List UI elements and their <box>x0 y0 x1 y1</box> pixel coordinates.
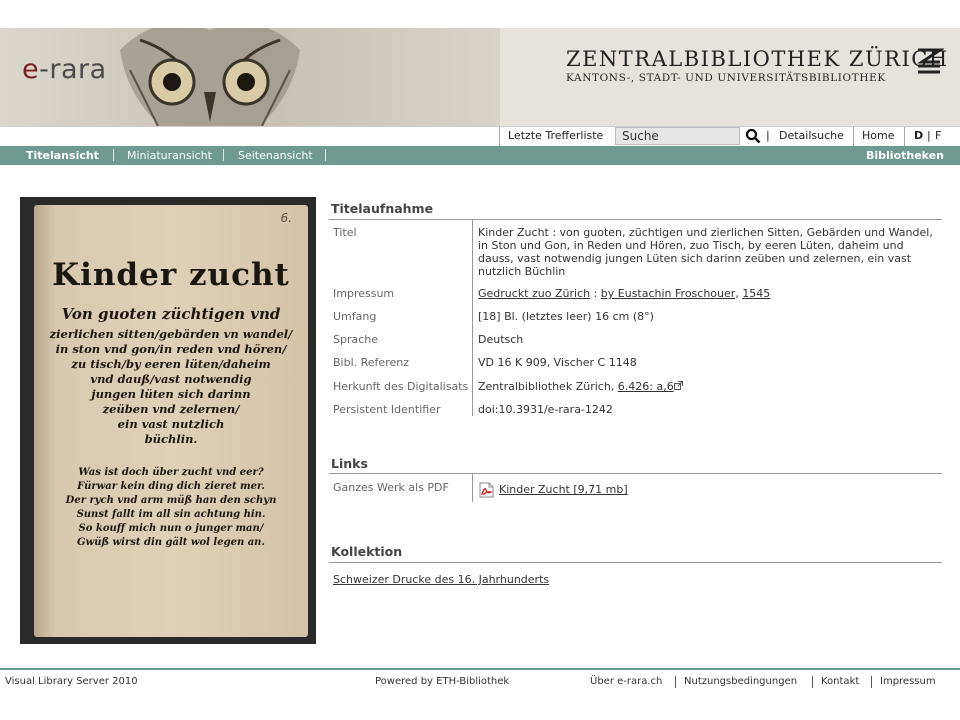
book-verse-line: So kouff mich nun o junger man/ <box>78 523 264 534</box>
tab-titelansicht[interactable]: Titelansicht <box>26 149 99 162</box>
separator <box>113 149 114 161</box>
pdf-download-link[interactable]: Kinder Zucht [9,71 mb] <box>499 483 628 496</box>
pdf-link-text[interactable]: Kinder Zucht [9,71 mb] <box>499 483 628 496</box>
separator <box>325 149 326 161</box>
footer-link-about[interactable]: Über e-rara.ch <box>590 676 662 687</box>
collection-link-text[interactable]: Schweizer Drucke des 16. Jahrhunderts <box>333 573 549 586</box>
footer-link-contact[interactable]: Kontakt <box>821 676 859 687</box>
field-label-umfang: Umfang <box>333 310 377 323</box>
field-label-titel: Titel <box>333 226 357 239</box>
title-line: nutzlich Büchlin <box>478 265 566 278</box>
field-value-persistent-identifier: doi:10.3931/e-rara-1242 <box>478 403 613 416</box>
advanced-search-link[interactable]: Detailsuche <box>779 129 844 142</box>
search-icon[interactable] <box>745 128 761 144</box>
field-value-bibl-referenz: VD 16 K 909, Vischer C 1148 <box>478 356 637 369</box>
section-rule <box>329 219 942 220</box>
footer-rule <box>0 668 960 670</box>
last-results-link[interactable]: Letzte Trefferliste <box>508 129 603 142</box>
external-link-icon[interactable] <box>673 381 683 390</box>
book-subtitle-line: ein vast nutzlich <box>117 417 225 431</box>
separator <box>675 676 676 688</box>
libraries-link[interactable]: Bibliotheken <box>866 149 944 162</box>
separator <box>904 127 905 147</box>
collection-link[interactable]: Schweizer Drucke des 16. Jahrhunderts <box>333 573 549 586</box>
section-rule <box>329 562 942 563</box>
lang-fr-link[interactable]: F <box>935 129 941 142</box>
book-verse-line: Sunst fallt im all sin achtung hin. <box>76 509 266 520</box>
separator <box>499 127 500 147</box>
lang-de-link[interactable]: D <box>914 129 923 142</box>
field-value-herkunft: Zentralbibliothek Zürich, 6.426: a,6 <box>478 380 683 393</box>
separator <box>223 149 224 161</box>
book-subtitle-line: zierlichen sitten/gebärden vn wandel/ <box>49 327 293 341</box>
title-line: dauss, vast notwendig jungen Lüten sich … <box>478 252 912 265</box>
kollektion-heading: Kollektion <box>331 544 403 559</box>
section-rule <box>329 473 942 474</box>
field-label-impressum: Impressum <box>333 287 395 300</box>
column-divider <box>472 474 473 502</box>
field-label-sprache: Sprache <box>333 333 379 346</box>
place-link[interactable]: Gedruckt zuo Zürich <box>478 287 590 300</box>
field-label-pdf: Ganzes Werk als PDF <box>333 481 449 494</box>
field-value-sprache: Deutsch <box>478 333 524 346</box>
book-title-text: Kinder zucht <box>52 257 290 293</box>
book-subtitle-line: zeüben vnd zelernen/ <box>102 402 240 416</box>
zb-logo-icon[interactable] <box>914 46 944 76</box>
logo-rest: -rara <box>39 54 107 85</box>
separator <box>871 676 872 688</box>
book-subtitle-line: vnd dauß/vast notwendig <box>90 372 252 386</box>
printer-link[interactable]: by Eustachin Froschouer <box>601 287 736 300</box>
herkunft-text: Zentralbibliothek Zürich, <box>478 380 618 393</box>
column-divider <box>472 220 473 416</box>
home-link[interactable]: Home <box>862 129 894 142</box>
footer: Visual Library Server 2010 Powered by ET… <box>0 676 960 690</box>
year-link[interactable]: 1545 <box>742 287 770 300</box>
separator <box>812 676 813 688</box>
separator: | <box>927 129 931 142</box>
title-line: in Ston und Gon, in Reden und Hören, zuo… <box>478 239 904 252</box>
header-banner: e-rara ZENTRALBIBLIOTHEK ZÜRICH KANTONS-… <box>0 28 960 126</box>
field-value-umfang: [18] Bl. (letztes leer) 16 cm (8°) <box>478 310 654 323</box>
separator <box>853 127 854 147</box>
server-info: Visual Library Server 2010 <box>5 676 138 687</box>
erara-logo[interactable]: e-rara <box>22 54 107 85</box>
pdf-icon[interactable] <box>479 482 494 498</box>
powered-by-link[interactable]: Powered by ETH-Bibliothek <box>375 676 509 687</box>
page-number: 6. <box>280 211 292 225</box>
book-verse-line: Was ist doch über zucht vnd eer? <box>78 467 264 478</box>
links-heading: Links <box>331 456 368 471</box>
book-subtitle-line: jungen lüten sich darinn <box>91 387 251 401</box>
owl-illustration <box>120 28 300 126</box>
separator: : <box>590 287 601 300</box>
view-navbar: Titelansicht Miniaturansicht Seitenansic… <box>0 146 960 165</box>
field-label-herkunft: Herkunft des Digitalisats <box>333 380 469 393</box>
top-strip <box>0 0 960 28</box>
book-subtitle-line: zu tisch/by eeren lüten/daheim <box>71 357 271 371</box>
title-line: Kinder Zucht : von guoten, züchtigen und… <box>478 226 933 239</box>
field-value-impressum: Gedruckt zuo Zürich : by Eustachin Frosc… <box>478 287 770 300</box>
footer-link-terms[interactable]: Nutzungsbedingungen <box>684 676 797 687</box>
book-subtitle-line: Von guoten züchtigen vnd <box>61 305 281 323</box>
book-subtitle-line: büchlin. <box>144 432 198 446</box>
field-label-persistent-identifier: Persistent Identifier <box>333 403 441 416</box>
separator: | <box>766 129 770 142</box>
field-value-titel: Kinder Zucht : von guoten, züchtigen und… <box>478 226 933 278</box>
book-cover-thumbnail[interactable]: 6. Kinder zucht Von guoten züchtigen vnd… <box>20 197 316 644</box>
book-verse-line: Gwüß wirst din gält wol legen an. <box>77 537 265 548</box>
tab-miniaturansicht[interactable]: Miniaturansicht <box>127 149 212 162</box>
book-subtitle-line: in ston vnd gon/in reden vnd hören/ <box>55 342 287 356</box>
title-page: 6. Kinder zucht Von guoten züchtigen vnd… <box>34 205 308 637</box>
library-subtitle: KANTONS-, STADT- UND UNIVERSITÄTSBIBLIOT… <box>566 72 886 84</box>
search-bar: Letzte Trefferliste Suche | Detailsuche … <box>0 126 960 147</box>
book-verse-line: Der rych vnd arm müß han den schyn <box>65 495 277 506</box>
library-name[interactable]: ZENTRALBIBLIOTHEK ZÜRICH <box>566 47 949 71</box>
logo-prefix: e <box>22 54 40 85</box>
footer-link-impressum[interactable]: Impressum <box>880 676 936 687</box>
tab-seitenansicht[interactable]: Seitenansicht <box>238 149 313 162</box>
book-verse-line: Fürwar kein ding dich zieret mer. <box>77 481 265 492</box>
shelfmark-link[interactable]: 6.426: a,6 <box>618 380 674 393</box>
search-input[interactable]: Suche <box>615 127 740 145</box>
field-label-bibl-referenz: Bibl. Referenz <box>333 356 409 369</box>
titelaufnahme-heading: Titelaufnahme <box>331 201 434 216</box>
